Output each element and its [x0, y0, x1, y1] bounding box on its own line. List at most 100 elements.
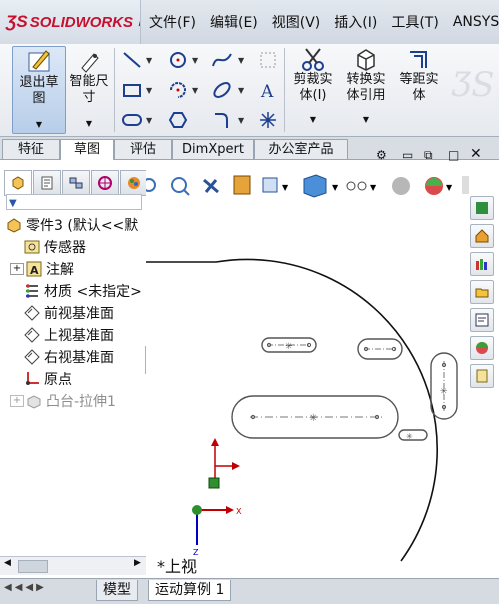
- slot-vertical[interactable]: ✳: [430, 352, 458, 420]
- tree-item-origin[interactable]: 原点: [10, 368, 72, 390]
- heads-up-view-toolbar: ▼ ▼ ▼ ▼: [142, 174, 469, 198]
- svg-text:✳: ✳: [440, 387, 448, 397]
- arc-tool-icon[interactable]: [166, 78, 190, 102]
- fillet-tool-icon[interactable]: [210, 108, 234, 132]
- file-explorer-icon[interactable]: [470, 280, 494, 304]
- home-icon[interactable]: [470, 224, 494, 248]
- point-tool-icon[interactable]: [256, 108, 280, 132]
- menu-file[interactable]: 文件(F): [149, 12, 196, 32]
- tab-scroll-arrows[interactable]: ◀◀◀▶: [4, 582, 47, 593]
- scroll-right-icon[interactable]: ▶: [134, 558, 141, 568]
- line-dropdown-icon[interactable]: ▼: [146, 56, 152, 65]
- tab-features[interactable]: 特征: [2, 139, 60, 159]
- tree-item-sensors[interactable]: 传感器: [10, 236, 86, 258]
- restore-window-icon[interactable]: ⧉: [424, 148, 433, 163]
- dropdown-arrow-icon: ▼: [85, 119, 93, 128]
- window-control-icon[interactable]: ⚙: [376, 148, 387, 162]
- scroll-left-icon[interactable]: ◀: [4, 558, 11, 568]
- expand-icon[interactable]: +: [10, 263, 24, 275]
- material-icon: [24, 283, 40, 299]
- expand-icon[interactable]: +: [10, 395, 24, 407]
- circle-tool-icon[interactable]: [166, 48, 190, 72]
- slot-dropdown-icon[interactable]: ▼: [146, 116, 152, 125]
- panel-horizontal-scrollbar[interactable]: ◀ ▶: [0, 556, 146, 575]
- design-library-icon[interactable]: [470, 252, 494, 276]
- tree-item-annotations[interactable]: + A 注解: [10, 258, 74, 280]
- task-pane-tabs: [470, 196, 496, 388]
- svg-text:ƷS: ƷS: [451, 65, 494, 105]
- exit-sketch-button[interactable]: 退出草图 ▼: [12, 46, 66, 134]
- ellipse-tool-icon[interactable]: [210, 78, 234, 102]
- slot-2[interactable]: [357, 338, 403, 360]
- rectangle-tool-icon[interactable]: [120, 78, 144, 102]
- tab-model[interactable]: 模型: [96, 580, 138, 601]
- rectangle-dropdown-icon[interactable]: ▼: [146, 86, 152, 95]
- text-tool-icon[interactable]: A: [256, 78, 280, 102]
- tree-root-part[interactable]: 零件3 (默认<<默: [6, 214, 138, 236]
- circle-dropdown-icon[interactable]: ▼: [192, 56, 198, 65]
- close-window-icon[interactable]: ✕: [470, 146, 482, 162]
- sketch-origin-icon: [208, 438, 240, 489]
- tree-item-right-plane[interactable]: 右视基准面: [10, 346, 114, 368]
- view-palette-icon[interactable]: [470, 308, 494, 332]
- filter-field[interactable]: ▼: [6, 194, 142, 210]
- slot-tool-icon[interactable]: [120, 108, 144, 132]
- smart-dimension-button[interactable]: 智能尺寸 ▼: [66, 46, 112, 132]
- tree-item-top-plane[interactable]: 上视基准面: [10, 324, 114, 346]
- menu-bar: 文件(F) 编辑(E) 视图(V) 插入(I) 工具(T) ANSYS: [140, 0, 499, 44]
- command-manager: 退出草图 ▼ 智能尺寸 ▼ ▼ ▼ ▼ ▼ ▼ ▼ A ▼ ▼ 剪裁实体(I) …: [0, 44, 499, 137]
- ellipse-dropdown-icon[interactable]: ▼: [238, 86, 244, 95]
- menu-view[interactable]: 视图(V): [272, 12, 321, 32]
- svg-text:▼: ▼: [282, 183, 289, 192]
- minimize-window-icon[interactable]: ▭: [402, 148, 413, 162]
- arc-dropdown-icon[interactable]: ▼: [192, 86, 198, 95]
- solidworks-logo[interactable]: ƷS SOLIDWORKS ▶: [6, 8, 146, 36]
- svg-text:▼: ▼: [370, 183, 377, 192]
- dimxpert-manager-tab-icon[interactable]: [91, 170, 119, 196]
- tree-item-label: 前视基准面: [44, 306, 114, 322]
- maximize-window-icon[interactable]: □: [448, 148, 459, 162]
- configuration-manager-tab-icon[interactable]: [62, 170, 90, 196]
- plane-icon: [24, 349, 40, 365]
- tree-item-label: 原点: [44, 372, 72, 388]
- custom-properties-icon[interactable]: [470, 364, 494, 388]
- offset-entities-button[interactable]: 等距实体: [394, 46, 444, 132]
- spline-tool-icon[interactable]: [210, 48, 234, 72]
- x-axis-label: X: [236, 507, 242, 516]
- origin-icon: [24, 371, 40, 387]
- z-axis-label: Z: [193, 548, 199, 557]
- tree-item-label: 传感器: [44, 240, 86, 256]
- trim-entities-button[interactable]: 剪裁实体(I) ▼: [288, 46, 338, 132]
- menu-insert[interactable]: 插入(I): [334, 12, 377, 32]
- polygon-tool-icon[interactable]: [166, 108, 190, 132]
- property-manager-tab-icon[interactable]: [33, 170, 61, 196]
- spline-dropdown-icon[interactable]: ▼: [238, 56, 244, 65]
- line-tool-icon[interactable]: [120, 48, 144, 72]
- convert-entities-button[interactable]: 转换实体引用 ▼: [340, 46, 392, 132]
- ds-logo-icon: ƷS: [6, 12, 28, 31]
- sketch-arc[interactable]: [146, 258, 438, 562]
- appearances-icon[interactable]: [470, 336, 494, 360]
- tree-item-boss-extrude[interactable]: + 凸台-拉伸1: [10, 390, 116, 412]
- convert-entities-label: 转换实体引用: [346, 72, 386, 103]
- menu-edit[interactable]: 编辑(E): [210, 12, 258, 32]
- slot-edge[interactable]: ✳: [398, 429, 428, 441]
- tab-sketch[interactable]: 草图: [60, 139, 114, 160]
- menu-tools[interactable]: 工具(T): [391, 12, 438, 32]
- display-manager-tab-icon[interactable]: [120, 170, 148, 196]
- construction-geometry-icon[interactable]: [256, 48, 280, 72]
- sketch-canvas: ▼ ▼ ▼ ▼ ✳ ✳ ✳ ✳ X Z *上视: [142, 174, 469, 576]
- slot-1[interactable]: ✳: [261, 337, 317, 353]
- slot-large[interactable]: ✳: [231, 395, 399, 439]
- panel-tabs: [4, 170, 149, 196]
- menu-ansys[interactable]: ANSYS: [453, 14, 499, 30]
- part-icon: [6, 217, 22, 233]
- fillet-dropdown-icon[interactable]: ▼: [238, 116, 244, 125]
- tree-item-material[interactable]: 材质 <未指定>: [10, 280, 142, 302]
- solidworks-resources-icon[interactable]: [470, 196, 494, 220]
- tab-motion-study-1[interactable]: 运动算例 1: [148, 580, 232, 601]
- tree-item-front-plane[interactable]: 前视基准面: [10, 302, 114, 324]
- scroll-thumb[interactable]: [18, 560, 48, 573]
- feature-manager-tab-icon[interactable]: [4, 170, 32, 196]
- graphics-area[interactable]: ▼ ▼ ▼ ▼ ✳ ✳ ✳ ✳ X Z *上视: [142, 166, 469, 578]
